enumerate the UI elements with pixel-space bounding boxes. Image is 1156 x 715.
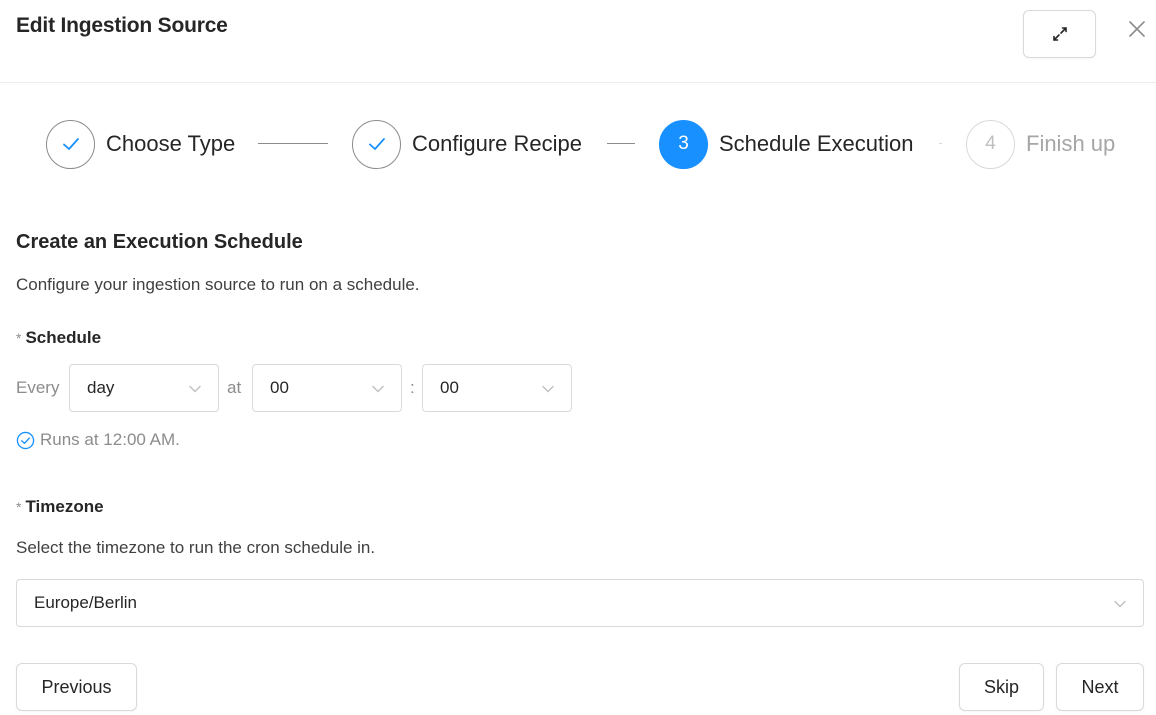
timezone-value: Europe/Berlin <box>34 593 138 612</box>
step-4-label: Finish up <box>1026 131 1116 156</box>
close-icon <box>1129 21 1145 37</box>
step-connector <box>939 143 942 144</box>
timezone-select[interactable]: Europe/Berlin <box>16 579 1144 627</box>
step-connector <box>258 143 328 144</box>
close-button[interactable] <box>1126 18 1148 40</box>
modal-header: Edit Ingestion Source <box>0 0 1156 83</box>
check-circle-icon <box>16 431 35 449</box>
step-configure-recipe: Configure Recipe <box>352 119 582 169</box>
check-icon <box>62 138 79 150</box>
minute-value: 00 <box>440 378 459 397</box>
skip-button[interactable]: Skip <box>959 663 1044 711</box>
required-mark: * <box>16 499 22 515</box>
chevron-down-icon <box>1114 600 1126 608</box>
section-title: Create an Execution Schedule <box>16 231 303 253</box>
step-2-label: Configure Recipe <box>412 131 582 156</box>
chevron-down-icon <box>189 385 201 393</box>
at-text: at <box>227 378 242 397</box>
chevron-down-icon <box>372 385 384 393</box>
step-schedule-execution: 3 Schedule Execution <box>659 119 913 169</box>
step-3-label: Schedule Execution <box>719 131 914 156</box>
expand-icon <box>1052 27 1067 41</box>
runs-text: Runs at 12:00 AM. <box>40 430 180 449</box>
expand-button[interactable] <box>1023 10 1096 58</box>
step-finish-up: 4 Finish up <box>966 119 1115 169</box>
step-1-circle <box>46 119 95 169</box>
next-button[interactable]: Next <box>1056 663 1144 711</box>
schedule-label: * Schedule <box>16 328 101 348</box>
hour-value: 00 <box>270 378 289 397</box>
step-2-circle <box>352 119 401 169</box>
colon-text: : <box>410 378 415 397</box>
step-4-circle: 4 <box>966 119 1015 169</box>
check-icon <box>368 138 385 150</box>
timezone-label-text: Timezone <box>25 497 104 516</box>
section-description: Configure your ingestion source to run o… <box>16 275 420 294</box>
chevron-down-icon <box>542 385 554 393</box>
required-mark: * <box>16 330 22 346</box>
modal-title: Edit Ingestion Source <box>16 14 228 37</box>
every-text: Every <box>16 378 60 397</box>
step-3-circle: 3 <box>659 119 708 169</box>
minute-select[interactable]: 00 <box>422 364 572 412</box>
step-connector <box>607 143 635 144</box>
previous-button[interactable]: Previous <box>16 663 137 711</box>
timezone-description: Select the timezone to run the cron sche… <box>16 538 376 557</box>
schedule-label-text: Schedule <box>25 328 102 347</box>
hour-select[interactable]: 00 <box>252 364 402 412</box>
steps-progress: Choose Type Configure Recipe 3 Schedule … <box>0 119 1156 169</box>
step-choose-type: Choose Type <box>46 119 235 169</box>
runs-info: Runs at 12:00 AM. <box>16 430 180 450</box>
interval-select[interactable]: day <box>69 364 219 412</box>
step-1-label: Choose Type <box>106 131 236 156</box>
interval-value: day <box>87 378 115 397</box>
timezone-label: * Timezone <box>16 497 104 517</box>
